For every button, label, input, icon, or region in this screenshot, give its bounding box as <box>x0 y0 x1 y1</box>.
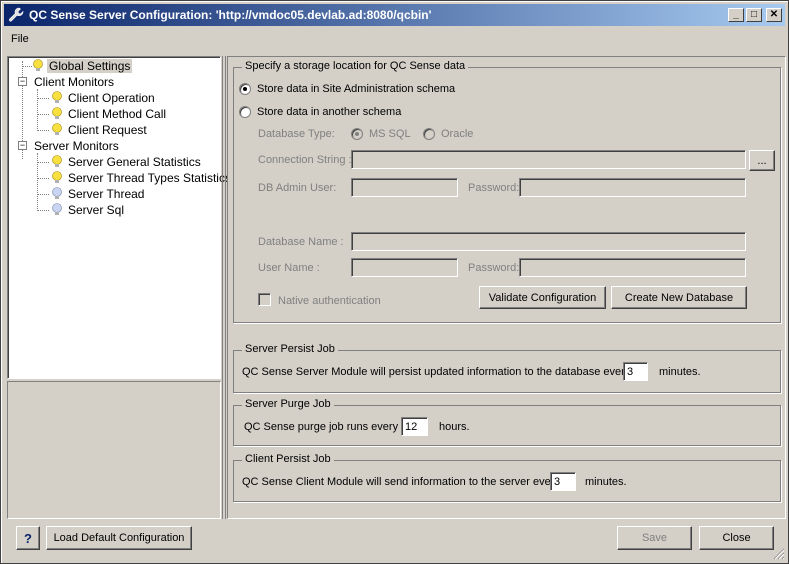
db-admin-user-label: DB Admin User: <box>258 182 337 194</box>
lightbulb-icon <box>52 107 62 119</box>
server-purge-title: Server Purge Job <box>242 398 334 410</box>
server-persist-group: Server Persist Job QC Sense Server Modul… <box>233 343 781 393</box>
database-name-label: Database Name : <box>258 236 344 248</box>
client-persist-title: Client Persist Job <box>242 453 334 465</box>
radio-button-icon <box>239 83 251 95</box>
help-button[interactable]: ? <box>16 526 40 550</box>
create-new-database-button[interactable]: Create New Database <box>611 286 747 309</box>
lightbulb-icon <box>52 155 62 167</box>
client-persist-minutes-input[interactable]: 3 <box>550 472 576 491</box>
menu-bar: File <box>4 29 785 49</box>
radio-button-icon <box>351 128 363 140</box>
lightbulb-icon <box>52 171 62 183</box>
title-bar[interactable]: QC Sense Server Configuration: 'http://v… <box>4 4 785 26</box>
resize-grip-icon[interactable] <box>773 548 785 560</box>
tree-item-server-general-statistics[interactable]: Server General Statistics <box>51 154 203 170</box>
settings-panel: Specify a storage location for QC Sense … <box>227 56 786 519</box>
client-persist-text: QC Sense Client Module will send informa… <box>242 476 560 488</box>
radio-mssql[interactable]: MS SQL <box>351 128 411 140</box>
tree-item-client-request[interactable]: Client Request <box>51 122 149 138</box>
main-window: QC Sense Server Configuration: 'http://v… <box>0 0 789 564</box>
validate-configuration-button[interactable]: Validate Configuration <box>479 286 606 309</box>
tree-item-client-monitors[interactable]: Client Monitors <box>32 74 116 90</box>
db-admin-password-label: Password: <box>468 182 520 194</box>
close-icon[interactable]: ✕ <box>766 8 782 22</box>
radio-button-icon <box>423 128 435 140</box>
load-default-configuration-button[interactable]: Load Default Configuration <box>46 526 192 550</box>
user-password-input[interactable] <box>519 258 746 277</box>
db-admin-password-input[interactable] <box>519 178 746 197</box>
client-persist-group: Client Persist Job QC Sense Client Modul… <box>233 453 781 502</box>
tree-item-server-sql[interactable]: Server Sql <box>51 202 126 218</box>
maximize-icon[interactable]: □ <box>746 8 762 22</box>
radio-button-icon <box>239 106 251 118</box>
lightbulb-icon <box>52 91 62 103</box>
server-purge-group: Server Purge Job QC Sense purge job runs… <box>233 398 781 446</box>
description-pane <box>7 381 221 519</box>
collapse-icon[interactable]: − <box>18 77 27 86</box>
db-admin-user-input[interactable] <box>351 178 458 197</box>
tree-item-server-thread-types-statistics[interactable]: Server Thread Types Statistics <box>51 170 233 186</box>
menu-file[interactable]: File <box>4 33 36 45</box>
tree-item-server-thread[interactable]: Server Thread <box>51 186 146 202</box>
pane-splitter[interactable] <box>222 56 226 519</box>
server-purge-text: QC Sense purge job runs every <box>244 421 399 433</box>
save-button[interactable]: Save <box>617 526 692 550</box>
database-name-input[interactable] <box>351 232 746 251</box>
server-purge-hours-input[interactable]: 12 <box>401 417 428 436</box>
radio-another-schema[interactable]: Store data in another schema <box>239 106 401 118</box>
server-persist-unit: minutes. <box>659 366 701 378</box>
settings-tree[interactable]: Global Settings − Client Monitors Client… <box>7 56 231 379</box>
radio-oracle[interactable]: Oracle <box>423 128 473 140</box>
user-name-label: User Name : <box>258 262 320 274</box>
tree-item-client-method-call[interactable]: Client Method Call <box>51 106 168 122</box>
lightbulb-off-icon <box>52 187 62 199</box>
tree-item-server-monitors[interactable]: Server Monitors <box>32 138 121 154</box>
native-auth-checkbox[interactable] <box>258 293 271 306</box>
storage-group-title: Specify a storage location for QC Sense … <box>242 60 469 72</box>
server-purge-unit: hours. <box>439 421 470 433</box>
tree-item-client-operation[interactable]: Client Operation <box>51 90 157 106</box>
minimize-icon[interactable]: _ <box>728 8 744 22</box>
lightbulb-icon <box>52 123 62 135</box>
lightbulb-off-icon <box>52 203 62 215</box>
user-name-input[interactable] <box>351 258 458 277</box>
help-icon: ? <box>24 530 32 546</box>
radio-site-admin-schema[interactable]: Store data in Site Administration schema <box>239 83 455 95</box>
wrench-icon <box>7 6 25 24</box>
browse-button[interactable]: ... <box>749 150 775 171</box>
storage-group: Specify a storage location for QC Sense … <box>233 60 781 323</box>
close-button[interactable]: Close <box>699 526 774 550</box>
tree-item-global-settings[interactable]: Global Settings <box>32 58 133 74</box>
database-type-label: Database Type: <box>258 128 335 140</box>
server-persist-minutes-input[interactable]: 3 <box>623 362 648 381</box>
user-password-label: Password: <box>468 262 520 274</box>
server-persist-title: Server Persist Job <box>242 343 338 355</box>
collapse-icon[interactable]: − <box>18 141 27 150</box>
server-persist-text: QC Sense Server Module will persist upda… <box>242 366 631 378</box>
client-persist-unit: minutes. <box>585 476 627 488</box>
native-auth-label: Native authentication <box>278 295 381 307</box>
window-title: QC Sense Server Configuration: 'http://v… <box>29 8 432 22</box>
connection-string-label: Connection String : <box>258 154 352 166</box>
connection-string-input[interactable] <box>351 150 746 169</box>
lightbulb-icon <box>33 59 43 71</box>
